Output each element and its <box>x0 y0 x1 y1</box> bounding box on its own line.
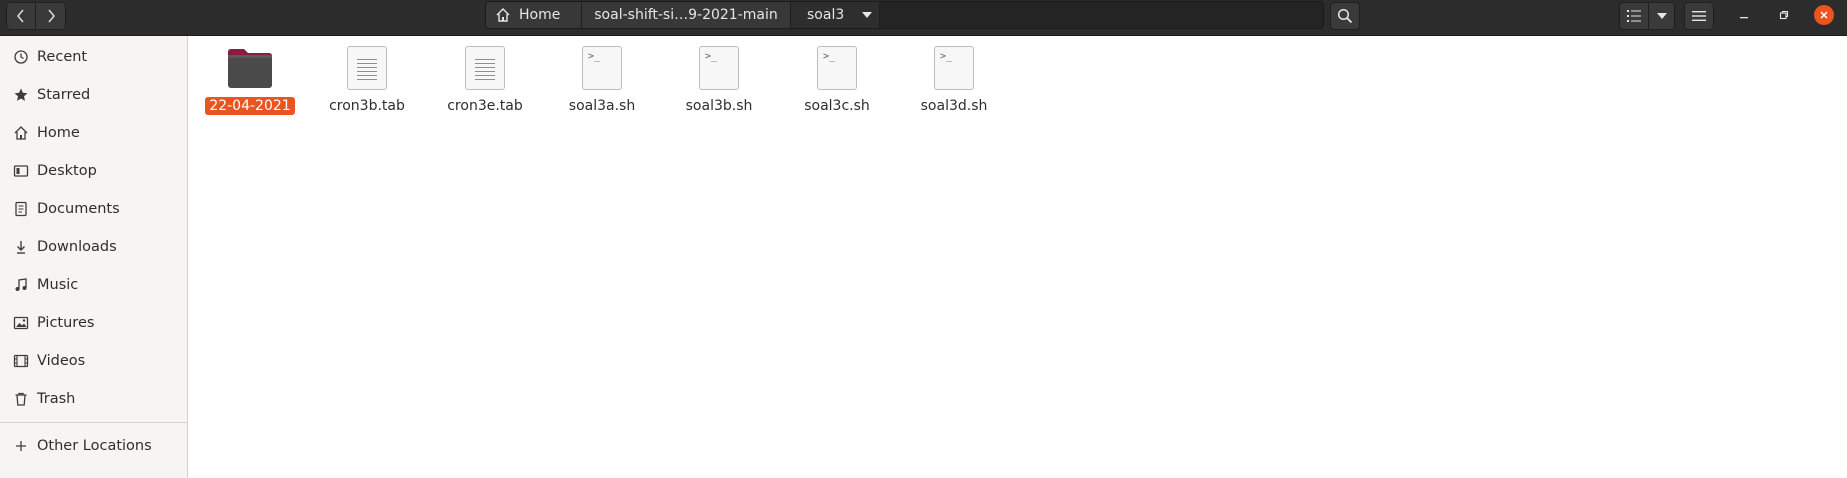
close-button[interactable] <box>1812 4 1836 26</box>
back-button[interactable] <box>6 2 36 30</box>
breadcrumb-soal3[interactable]: soal3 <box>791 2 880 28</box>
sidebar-item-documents[interactable]: Documents <box>0 192 187 226</box>
search-icon <box>1337 8 1353 24</box>
sidebar-item-label: Downloads <box>37 239 117 255</box>
sidebar-item-trash[interactable]: Trash <box>0 382 187 416</box>
caret-down-icon[interactable] <box>862 12 873 18</box>
breadcrumb-soal-shift[interactable]: soal-shift-si…9-2021-main <box>582 2 791 28</box>
main-menu-button[interactable] <box>1684 2 1714 30</box>
sidebar-item-other-locations[interactable]: Other Locations <box>0 429 187 463</box>
minimize-icon <box>1740 17 1748 19</box>
file-item-cron3e[interactable]: cron3e.tab <box>435 44 535 124</box>
sidebar-item-label: Trash <box>37 391 76 407</box>
text-file-icon <box>465 46 505 90</box>
music-icon <box>11 275 31 295</box>
star-icon <box>11 85 31 105</box>
file-item-soal3b[interactable]: >_ soal3b.sh <box>669 44 769 124</box>
file-name: cron3e.tab <box>447 98 523 114</box>
path-bar: Home soal-shift-si…9-2021-main soal3 <box>485 1 1324 29</box>
sidebar-item-pictures[interactable]: Pictures <box>0 306 187 340</box>
header-bar: Home soal-shift-si…9-2021-main soal3 <box>0 0 1847 36</box>
text-file-icon <box>347 46 387 90</box>
navigation-buttons <box>6 2 66 30</box>
forward-button[interactable] <box>36 2 66 30</box>
file-item-soal3d[interactable]: >_ soal3d.sh <box>904 44 1004 124</box>
file-item-soal3a[interactable]: >_ soal3a.sh <box>552 44 652 124</box>
sidebar: Recent Starred Home Desktop Documents Do… <box>0 36 188 478</box>
home-icon <box>496 8 510 22</box>
sidebar-item-label: Pictures <box>37 315 95 331</box>
script-file-icon: >_ <box>582 46 622 90</box>
breadcrumb-label: soal-shift-si…9-2021-main <box>594 7 778 23</box>
file-view: 22-04-2021 cron3b.tab cron3e.tab >_ soal… <box>188 36 1847 478</box>
chevron-left-icon <box>17 9 24 23</box>
sidebar-item-label: Documents <box>37 201 120 217</box>
view-options-button[interactable] <box>1649 2 1675 30</box>
script-file-icon: >_ <box>817 46 857 90</box>
file-name: soal3b.sh <box>685 98 753 114</box>
file-name: soal3d.sh <box>920 98 988 114</box>
file-item-soal3c[interactable]: >_ soal3c.sh <box>787 44 887 124</box>
desktop-icon <box>11 161 31 181</box>
file-name: soal3c.sh <box>804 98 870 114</box>
trash-icon <box>11 389 31 409</box>
home-icon <box>11 123 31 143</box>
script-file-icon: >_ <box>699 46 739 90</box>
file-item-cron3b[interactable]: cron3b.tab <box>317 44 417 124</box>
search-button[interactable] <box>1330 2 1360 30</box>
file-name: 22-04-2021 <box>205 97 295 115</box>
documents-icon <box>11 199 31 219</box>
restore-icon <box>1779 10 1789 20</box>
script-file-icon: >_ <box>934 46 974 90</box>
sidebar-item-videos[interactable]: Videos <box>0 344 187 378</box>
breadcrumb-label: Home <box>519 7 561 23</box>
list-view-button[interactable] <box>1619 2 1649 30</box>
file-name: soal3a.sh <box>568 98 636 114</box>
minimize-button[interactable] <box>1732 4 1756 26</box>
plus-icon <box>11 436 31 456</box>
download-icon <box>11 237 31 257</box>
caret-down-icon <box>1656 13 1667 19</box>
sidebar-divider <box>0 422 187 423</box>
list-view-icon <box>1627 10 1641 22</box>
file-name: cron3b.tab <box>329 98 405 114</box>
sidebar-item-starred[interactable]: Starred <box>0 78 187 112</box>
close-icon <box>1814 5 1834 25</box>
sidebar-item-label: Videos <box>37 353 86 369</box>
sidebar-item-label: Other Locations <box>37 438 152 454</box>
chevron-right-icon <box>47 9 55 23</box>
sidebar-item-label: Desktop <box>37 163 97 179</box>
sidebar-item-recent[interactable]: Recent <box>0 40 187 74</box>
sidebar-item-label: Home <box>37 125 80 141</box>
view-buttons <box>1619 2 1675 30</box>
sidebar-item-label: Starred <box>37 87 91 103</box>
videos-icon <box>11 351 31 371</box>
clock-icon <box>11 47 31 67</box>
pictures-icon <box>11 313 31 333</box>
hamburger-menu-icon <box>1692 11 1706 21</box>
breadcrumb-label: soal3 <box>807 7 845 23</box>
folder-icon <box>226 44 274 92</box>
sidebar-item-label: Recent <box>37 49 88 65</box>
sidebar-item-desktop[interactable]: Desktop <box>0 154 187 188</box>
sidebar-item-music[interactable]: Music <box>0 268 187 302</box>
sidebar-item-label: Music <box>37 277 79 293</box>
maximize-button[interactable] <box>1772 4 1796 26</box>
sidebar-item-home[interactable]: Home <box>0 116 187 150</box>
sidebar-item-downloads[interactable]: Downloads <box>0 230 187 264</box>
file-item-folder[interactable]: 22-04-2021 <box>200 44 300 124</box>
breadcrumb-home[interactable]: Home <box>486 2 582 28</box>
